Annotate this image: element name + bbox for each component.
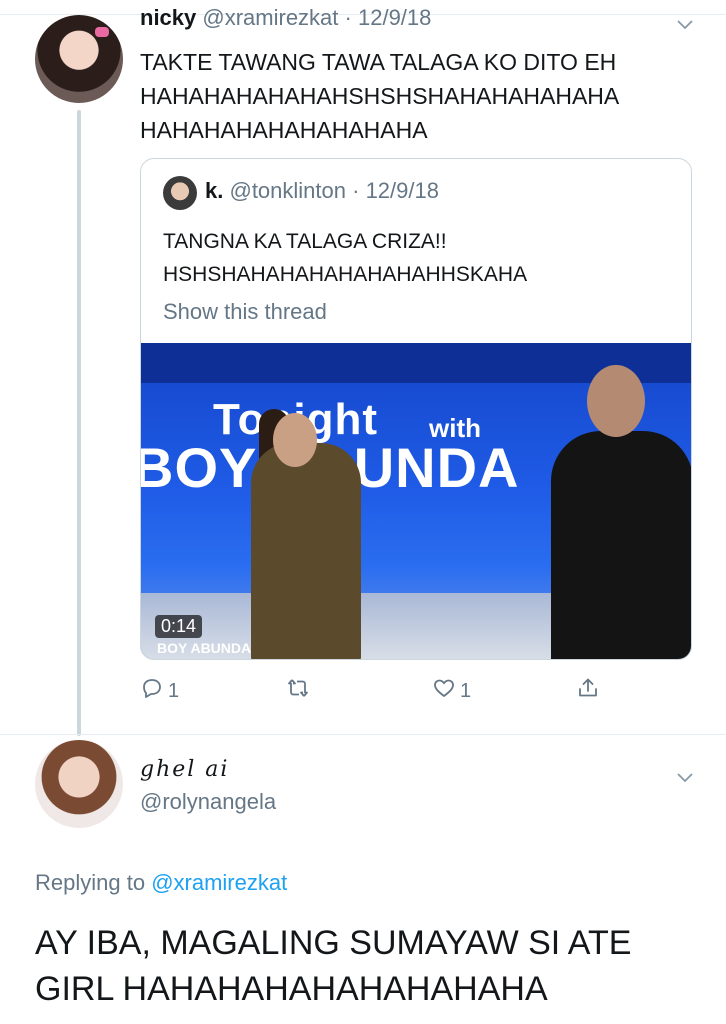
show-thread-link[interactable]: Show this thread <box>163 299 327 325</box>
reply-author-name[interactable]: ghel ai <box>140 757 229 782</box>
quoted-text-line: HSHSHAHAHAHAHAHAHAHHSKAHA <box>163 263 528 286</box>
reply-count: 1 <box>168 679 180 702</box>
tweet-header: nicky @xramirezkat · 12/9/18 <box>140 5 431 31</box>
tweet-text-line: TAKTE TAWANG TAWA TALAGA KO DITO EH <box>140 49 617 75</box>
share-button[interactable] <box>576 676 604 706</box>
reply-text: AY IBA, MAGALING SUMAYAW SI ATE GIRL HAH… <box>35 924 632 1008</box>
heart-icon <box>432 676 460 706</box>
tweet-divider <box>0 734 726 735</box>
quoted-avatar <box>163 176 197 210</box>
thread-connector-line <box>77 110 81 736</box>
reply-icon <box>140 676 168 706</box>
tweet-text-line: HAHAHAHAHAHAHSHSHSHAHAHAHAHAHA <box>140 83 620 109</box>
video-person-woman <box>251 443 361 659</box>
video-person-man-head <box>587 365 645 437</box>
quoted-text: TANGNA KA TALAGA CRIZA!! HSHSHAHAHAHAHAH… <box>163 225 527 291</box>
reply-button[interactable]: 1 <box>140 676 179 706</box>
tweet-text-line: HAHAHAHAHAHAHAHAHA <box>140 117 428 143</box>
quoted-author-handle: @tonklinton <box>229 178 346 203</box>
chevron-down-icon[interactable] <box>676 768 694 786</box>
like-button[interactable]: 1 <box>432 676 471 706</box>
chevron-down-icon[interactable] <box>676 15 694 33</box>
video-watermark: BOY ABUNDA <box>157 640 252 656</box>
quoted-date: · 12/9/18 <box>352 178 439 203</box>
quoted-header: k. @tonklinton · 12/9/18 <box>205 178 439 204</box>
video-duration-badge: 0:14 <box>155 615 203 638</box>
avatar[interactable] <box>35 15 123 103</box>
video-person-woman-head <box>273 413 317 467</box>
tweet-text: TAKTE TAWANG TAWA TALAGA KO DITO EH HAHA… <box>140 45 700 147</box>
reply-avatar[interactable] <box>35 740 123 828</box>
video-player[interactable]: Tonight with BOY ABUNDA 0:14 BOY ABUNDA <box>141 343 691 659</box>
reply-author-handle[interactable]: @rolynangela <box>140 789 276 815</box>
like-count: 1 <box>460 679 472 702</box>
tweet-date[interactable]: · 12/9/18 <box>345 5 432 30</box>
replying-to-label: Replying to <box>35 870 146 895</box>
quoted-tweet-card[interactable]: k. @tonklinton · 12/9/18 TANGNA KA TALAG… <box>140 158 692 660</box>
retweet-icon <box>286 676 314 706</box>
tweet-author-name[interactable]: nicky <box>140 5 196 30</box>
replying-to-mention[interactable]: @xramirezkat <box>151 870 287 895</box>
tweet-author-handle[interactable]: @xramirezkat <box>202 5 338 30</box>
retweet-button[interactable] <box>286 676 314 706</box>
video-person-man <box>551 431 691 659</box>
share-icon <box>576 676 604 706</box>
replying-to-line: Replying to @xramirezkat <box>35 870 287 896</box>
quoted-text-line: TANGNA KA TALAGA CRIZA!! <box>163 230 447 253</box>
tweet-action-bar: 1 1 <box>140 676 610 706</box>
quoted-author-name: k. <box>205 178 224 203</box>
